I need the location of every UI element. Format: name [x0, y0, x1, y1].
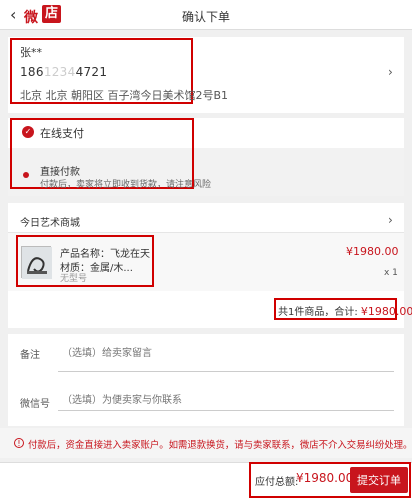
submit-order-button[interactable]: 提交订单	[350, 467, 408, 493]
wechat-label: 微信号	[20, 399, 50, 410]
online-payment-label[interactable]: 在线支付	[40, 125, 84, 141]
phone-masked: 1234	[43, 65, 76, 79]
product-thumbnail[interactable]	[21, 246, 52, 279]
wechat-input[interactable]	[58, 391, 394, 411]
subtotal: 共1件商品，合计: ¥1980.00	[278, 305, 412, 318]
payable-total-amount: ¥1980.00	[296, 471, 354, 485]
product-quantity: x 1	[384, 268, 398, 278]
product-price: ¥1980.00	[346, 245, 399, 258]
recipient-name: 张**	[20, 46, 42, 59]
product-name: 产品名称：飞龙在天	[60, 249, 150, 260]
check-circle-icon[interactable]: ✓	[22, 126, 34, 138]
store-name[interactable]: 今日艺术商城	[20, 214, 80, 229]
chevron-right-icon[interactable]: ›	[388, 65, 393, 79]
direct-payment-label[interactable]: 直接付款	[40, 163, 80, 178]
page-title: 确认下单	[181, 10, 230, 24]
remark-label: 备注	[20, 350, 40, 361]
notice-text: 付款后，资金直接进入卖家账户。如需退款换货，请与卖家联系，微店不介入交易纠纷处理…	[28, 440, 412, 451]
remark-input[interactable]	[58, 342, 394, 372]
subtotal-amount: ¥1980.00	[360, 305, 412, 318]
direct-payment-description: 付款后，卖家将立即收到货款，请注意风险	[40, 180, 212, 190]
chevron-right-icon[interactable]: ›	[388, 213, 393, 227]
radio-dot-icon[interactable]	[23, 172, 29, 178]
payable-total-label: 应付总额:	[255, 477, 299, 488]
exclamation-icon: !	[14, 438, 24, 448]
product-variant: 无型号	[60, 274, 88, 284]
recipient-phone: 18612344721	[20, 65, 108, 79]
recipient-address: 北京 北京 朝阳区 百子湾今日美术馆2号B1	[20, 89, 229, 102]
